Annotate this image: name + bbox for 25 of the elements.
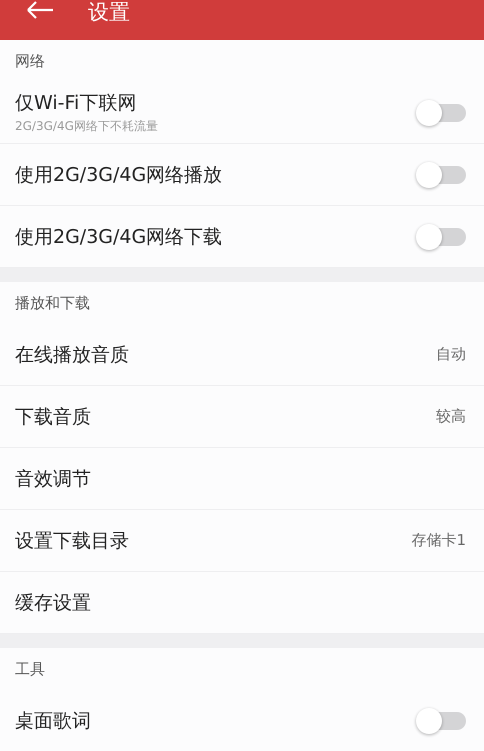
- settings-row[interactable]: 桌面歌词: [0, 690, 484, 751]
- settings-row[interactable]: 使用2G/3G/4G网络播放: [0, 144, 484, 206]
- row-label: 缓存设置: [15, 590, 91, 616]
- row-subtitle: 2G/3G/4G网络下不耗流量: [15, 118, 158, 135]
- row-label: 设置下载目录: [15, 528, 129, 554]
- row-label: 使用2G/3G/4G网络播放: [15, 162, 222, 188]
- section-heading: 工具: [15, 660, 45, 678]
- row-label: 音效调节: [15, 466, 91, 492]
- settings-row[interactable]: 下载音质 较高: [0, 386, 484, 448]
- row-label: 使用2G/3G/4G网络下载: [15, 224, 222, 250]
- row-label: 在线播放音质: [15, 342, 129, 368]
- settings-row[interactable]: 音效调节: [0, 448, 484, 510]
- row-value: 较高: [436, 407, 466, 426]
- settings-row[interactable]: 仅Wi-Fi下联网 2G/3G/4G网络下不耗流量: [0, 82, 484, 144]
- row-label: 桌面歌词: [15, 709, 91, 734]
- page-title: 设置: [88, 0, 130, 24]
- row-value: 自动: [436, 345, 466, 364]
- row-label: 下载音质: [15, 404, 91, 430]
- row-value: 存储卡1: [411, 531, 466, 550]
- settings-row[interactable]: 设置下载目录 存储卡1: [0, 510, 484, 572]
- row-label: 仅Wi-Fi下联网: [15, 91, 138, 116]
- settings-row[interactable]: 在线播放音质 自动: [0, 324, 484, 386]
- section-heading: 网络: [15, 52, 45, 70]
- back-arrow-icon[interactable]: [26, 0, 54, 20]
- section-heading: 播放和下载: [15, 294, 90, 312]
